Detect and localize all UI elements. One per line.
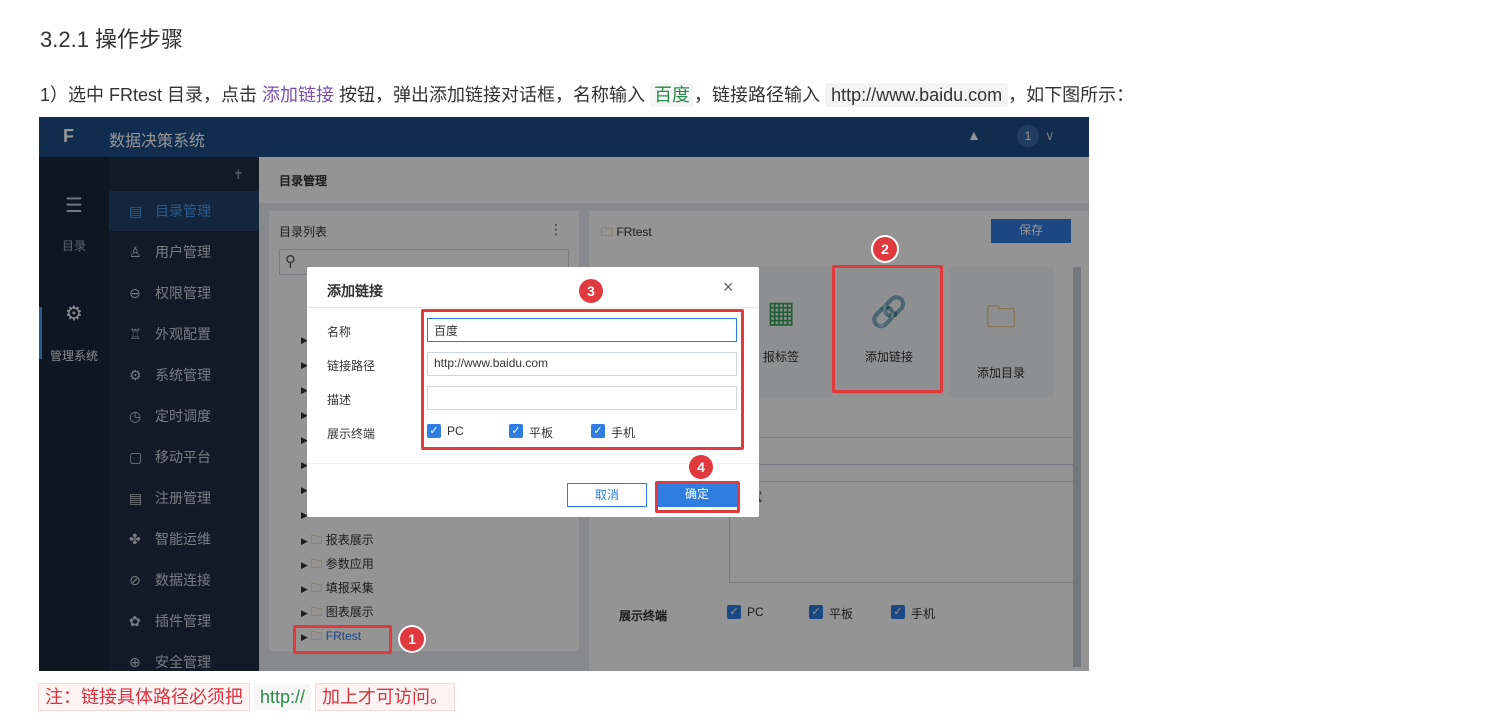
highlight-add-link-tile: [832, 265, 943, 393]
highlight-form: [421, 309, 744, 450]
note-text-2: 加上才可访问。: [315, 683, 456, 711]
url-label: 链接路径: [327, 359, 376, 373]
name-value-code: 百度: [650, 83, 695, 107]
marker-3: 3: [579, 279, 603, 303]
para-text-3: ，链接路径输入: [694, 85, 826, 105]
marker-2: 2: [873, 237, 897, 261]
para-text-1: 1）选中 FRtest 目录，点击: [40, 85, 263, 105]
note: 注：链接具体路径必须把 http://加上才可访问。: [38, 680, 456, 714]
marker-1: 1: [400, 627, 424, 651]
section-heading: 3.2.1 操作步骤: [40, 27, 184, 52]
dialog-title: 添加链接: [327, 283, 383, 299]
highlight-frtest: [293, 625, 392, 654]
name-label: 名称: [327, 325, 352, 339]
dialog-divider: [307, 307, 759, 308]
add-link-reference[interactable]: 添加链接: [262, 85, 334, 105]
terminal-label: 展示终端: [327, 427, 376, 441]
highlight-ok-button: [655, 481, 740, 513]
marker-4: 4: [689, 455, 713, 479]
cancel-button[interactable]: 取消: [567, 483, 647, 507]
para-text-2: 按钮，弹出添加链接对话框，名称输入: [334, 85, 651, 105]
url-value-code: http://www.baidu.com: [825, 83, 1009, 107]
note-code: http://: [254, 684, 312, 710]
app-screenshot: F 数据决策系统 ▲ 1 ∨ ☰ 目录 ⚙ 管理系统 ✝ ▤ 目录管理 ♙ 用户管理 ⊖…: [39, 117, 1089, 671]
note-text-1: 注：链接具体路径必须把: [38, 683, 250, 711]
desc-label: 描述: [327, 393, 352, 407]
para-text-4: ，如下图所示：: [1008, 85, 1135, 105]
instruction-paragraph: 1）选中 FRtest 目录，点击 添加链接 按钮，弹出添加链接对话框，名称输入…: [40, 82, 1134, 108]
close-icon[interactable]: ×: [723, 277, 734, 298]
